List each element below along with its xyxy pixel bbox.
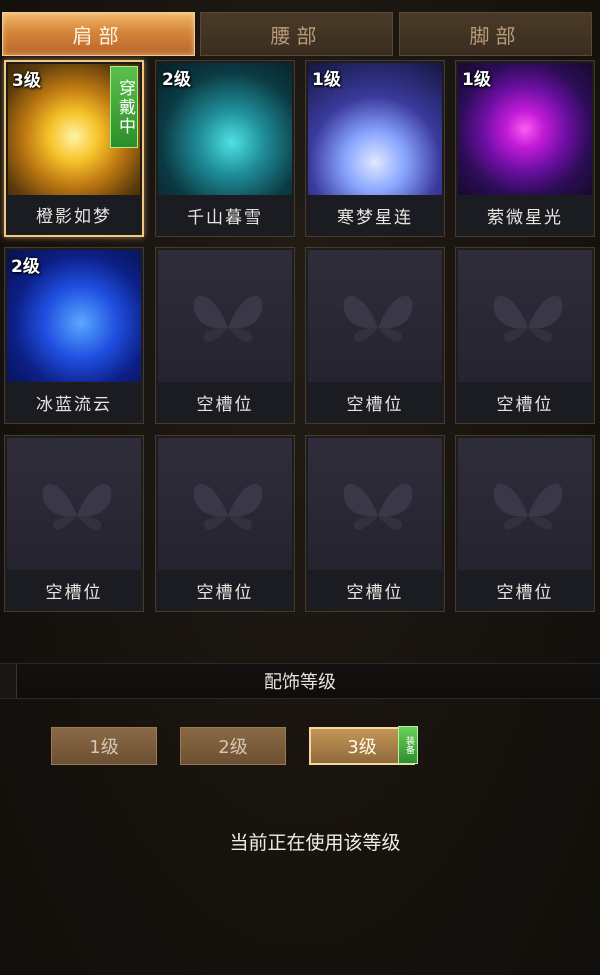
slot-name: 空槽位 [308,383,442,421]
slot-name: 萦微星光 [458,196,592,234]
empty-slot[interactable]: 空槽位 [4,435,144,612]
level-status-text: 当前正在使用该等级 [229,832,401,854]
slot-name: 空槽位 [158,571,292,609]
butterfly-icon [193,483,263,530]
level-label: 1级 [312,70,341,90]
empty-slot[interactable]: 空槽位 [455,247,595,424]
slot-name: 空槽位 [308,571,442,609]
tab-feet[interactable]: 脚部 [399,12,592,56]
empty-slot-art [158,438,292,570]
empty-slot[interactable]: 空槽位 [305,435,445,612]
empty-slot-art [158,250,292,382]
slot-name: 空槽位 [458,571,592,609]
level-2-button[interactable]: 2级 [180,727,286,765]
slot-name: 橙影如梦 [8,195,140,233]
tab-bar: 肩部 腰部 脚部 [0,0,600,60]
slot-card[interactable]: 2级 千山暮雪 [155,60,295,237]
empty-slot-art [308,438,442,570]
slot-card[interactable]: 1级 萦微星光 [455,60,595,237]
empty-slot[interactable]: 空槽位 [155,435,295,612]
empty-slot[interactable]: 空槽位 [155,247,295,424]
butterfly-icon [343,483,413,530]
empty-slot[interactable]: 空槽位 [305,247,445,424]
empty-slot[interactable]: 空槽位 [455,435,595,612]
slot-name: 寒梦星连 [308,196,442,234]
slot-name: 千山暮雪 [158,196,292,234]
level-section-title: 配饰等级 [264,672,336,693]
level-1-button[interactable]: 1级 [51,727,157,765]
level-section-header: 配饰等级 [0,663,600,699]
slot-name: 冰蓝流云 [7,383,141,421]
slot-card[interactable]: 2级 冰蓝流云 [4,247,144,424]
tab-waist[interactable]: 腰部 [200,12,393,56]
butterfly-icon [193,295,263,342]
header-ornament [0,664,17,698]
empty-slot-art [458,438,592,570]
butterfly-icon [493,295,563,342]
accessory-panel: 肩部 腰部 脚部 3级 穿戴中 橙影如梦 2级 千山暮雪 1级 寒梦星连 1级 … [0,0,600,975]
butterfly-icon [493,483,563,530]
slot-card[interactable]: 1级 寒梦星连 [305,60,445,237]
level-label: 1级 [462,70,491,90]
level-label: 2级 [162,70,191,90]
empty-slot-art [7,438,141,570]
tab-shoulder[interactable]: 肩部 [2,12,195,56]
slot-name: 空槽位 [158,383,292,421]
slot-name: 空槽位 [7,571,141,609]
butterfly-icon [42,483,112,530]
slot-card[interactable]: 3级 穿戴中 橙影如梦 [4,60,144,237]
slot-name: 空槽位 [458,383,592,421]
wearing-badge: 穿戴中 [110,66,138,148]
equip-badge: 装备 [398,726,418,764]
empty-slot-art [308,250,442,382]
empty-slot-art [458,250,592,382]
level-label: 3级 [12,71,41,91]
level-label: 2级 [11,257,40,277]
butterfly-icon [343,295,413,342]
